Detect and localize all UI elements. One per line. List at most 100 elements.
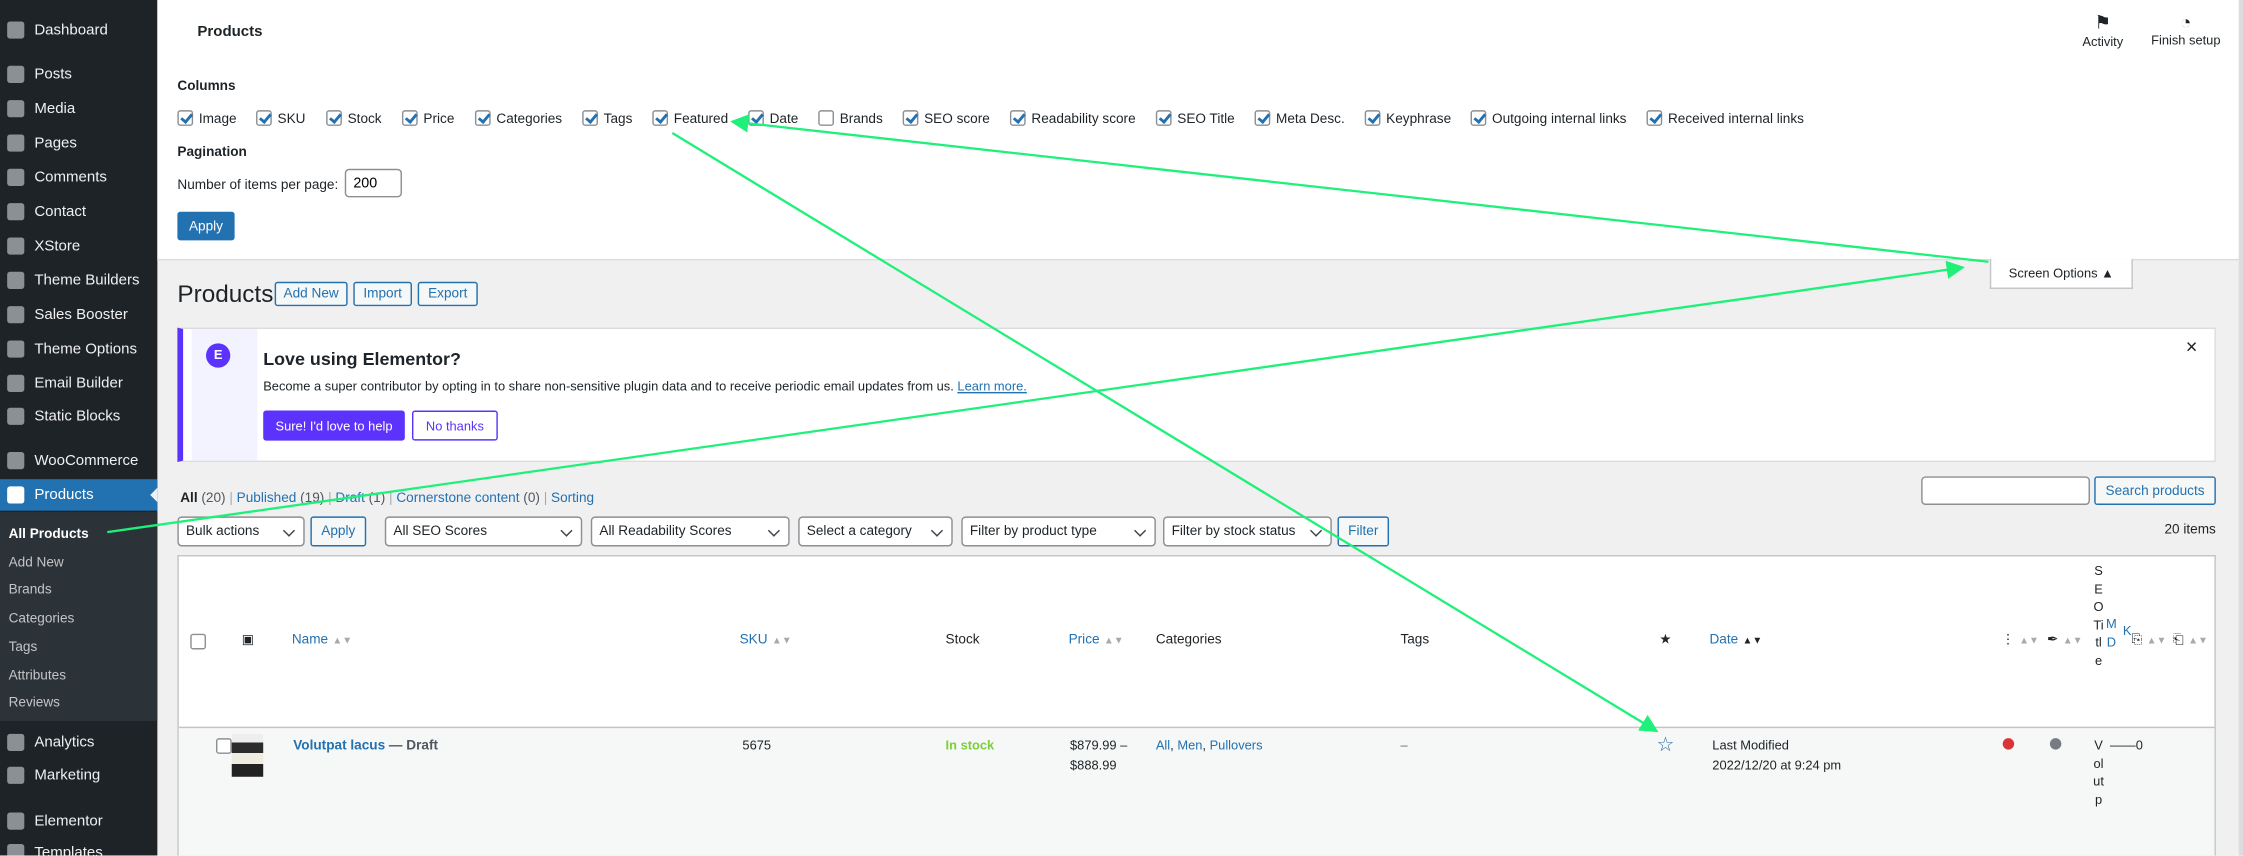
- column-toggle-outgoing-internal-links[interactable]: Outgoing internal links: [1470, 110, 1626, 127]
- submenu-item-attributes[interactable]: Attributes: [9, 667, 66, 683]
- items-per-page-input[interactable]: [344, 168, 402, 198]
- finish-setup-button[interactable]: ◔ Finish setup: [2146, 11, 2226, 47]
- import-button[interactable]: Import: [353, 281, 412, 307]
- category-select[interactable]: Select a category: [798, 516, 953, 547]
- bulk-actions-select[interactable]: Bulk actions: [177, 516, 305, 547]
- readability-select[interactable]: All Readability Scores: [590, 516, 790, 547]
- product-thumbnail[interactable]: [231, 733, 264, 777]
- column-toggle-price[interactable]: Price: [401, 110, 454, 127]
- column-price[interactable]: Price ▲▼: [1069, 632, 1124, 648]
- checkbox[interactable]: [401, 110, 418, 126]
- search-products-input[interactable]: [1921, 476, 2090, 505]
- column-toggle-image[interactable]: Image: [177, 110, 237, 127]
- sidebar-item-marketing[interactable]: Marketing: [0, 760, 157, 791]
- column-toggle-tags[interactable]: Tags: [582, 110, 632, 127]
- featured-toggle-star-icon[interactable]: ☆: [1657, 732, 1675, 756]
- sidebar-item-templates[interactable]: Templates: [0, 837, 157, 856]
- search-products-button[interactable]: Search products: [2094, 476, 2216, 505]
- date-sort-link[interactable]: Date: [1709, 632, 1738, 648]
- product-name-link[interactable]: Volutpat lacus: [293, 738, 385, 754]
- view-link[interactable]: All: [180, 491, 197, 507]
- sidebar-item-analytics[interactable]: Analytics: [0, 727, 157, 758]
- column-toggle-date[interactable]: Date: [748, 110, 798, 127]
- category-link[interactable]: All: [1156, 738, 1170, 752]
- checkbox[interactable]: [1646, 110, 1663, 126]
- screen-options-apply-button[interactable]: Apply: [177, 211, 235, 241]
- submenu-item-all-products[interactable]: All Products: [9, 526, 89, 542]
- activity-button[interactable]: ⚑ Activity: [2081, 11, 2124, 48]
- column-toggle-stock[interactable]: Stock: [326, 110, 382, 127]
- column-toggle-meta-desc-[interactable]: Meta Desc.: [1254, 110, 1345, 127]
- sidebar-item-theme-builders[interactable]: Theme Builders: [0, 265, 157, 296]
- view-link[interactable]: Published: [237, 491, 297, 507]
- submenu-item-tags[interactable]: Tags: [9, 639, 38, 655]
- export-button[interactable]: Export: [417, 281, 478, 307]
- sidebar-item-xstore[interactable]: XStore: [0, 230, 157, 261]
- column-meta-desc[interactable]: MD: [2106, 615, 2117, 651]
- name-sort-link[interactable]: Name: [292, 632, 328, 648]
- sidebar-item-email-builder[interactable]: Email Builder: [0, 368, 157, 399]
- checkbox[interactable]: [818, 110, 834, 126]
- checkbox[interactable]: [902, 110, 919, 126]
- submenu-item-categories[interactable]: Categories: [9, 611, 75, 627]
- sidebar-item-woocommerce[interactable]: WooCommerce: [0, 445, 157, 476]
- checkbox[interactable]: [1470, 110, 1487, 126]
- checkbox[interactable]: [177, 110, 194, 126]
- scrollbar[interactable]: [2238, 0, 2243, 856]
- screen-options-toggle[interactable]: Screen Options ▲: [1989, 258, 2133, 289]
- checkbox[interactable]: [1009, 110, 1026, 126]
- sidebar-item-theme-options[interactable]: Theme Options: [0, 333, 157, 364]
- submenu-item-brands[interactable]: Brands: [9, 583, 52, 599]
- checkbox[interactable]: [1364, 110, 1381, 126]
- column-toggle-brands[interactable]: Brands: [818, 110, 883, 127]
- column-toggle-seo-title[interactable]: SEO Title: [1155, 110, 1235, 127]
- sku-sort-link[interactable]: SKU: [740, 632, 768, 648]
- checkbox[interactable]: [474, 110, 491, 126]
- sidebar-item-elementor[interactable]: Elementor: [0, 805, 157, 836]
- view-link[interactable]: Sorting: [551, 491, 594, 507]
- sidebar-item-contact[interactable]: Contact: [0, 196, 157, 227]
- checkbox[interactable]: [582, 110, 598, 126]
- add-new-button[interactable]: Add New: [274, 281, 348, 307]
- submenu-item-reviews[interactable]: Reviews: [9, 695, 60, 711]
- sidebar-item-products[interactable]: Products: [0, 479, 158, 511]
- outgoing-links-icon[interactable]: ⎘ ▲▼: [2131, 632, 2166, 648]
- checkbox[interactable]: [1254, 110, 1271, 126]
- close-icon[interactable]: ×: [2186, 335, 2198, 358]
- no-thanks-button[interactable]: No thanks: [411, 410, 498, 441]
- column-toggle-sku[interactable]: SKU: [256, 110, 305, 127]
- checkbox[interactable]: [256, 110, 272, 126]
- checkbox[interactable]: [1155, 110, 1172, 126]
- seo-score-select[interactable]: All SEO Scores: [384, 516, 583, 547]
- view-link[interactable]: Draft: [335, 491, 364, 507]
- checkbox[interactable]: [748, 110, 764, 126]
- checkbox[interactable]: [652, 110, 669, 126]
- sidebar-item-sales-booster[interactable]: Sales Booster: [0, 299, 157, 330]
- sidebar-item-dashboard[interactable]: Dashboard: [0, 14, 157, 45]
- readability-feather-icon[interactable]: ✒ ▲▼: [2047, 632, 2083, 648]
- submenu-item-add-new[interactable]: Add New: [9, 555, 64, 571]
- learn-more-link[interactable]: Learn more.: [957, 379, 1026, 393]
- column-toggle-featured[interactable]: Featured: [652, 110, 728, 127]
- sidebar-item-media[interactable]: Media: [0, 93, 157, 124]
- seo-score-column-icon[interactable]: ⋮ ▲▼: [2001, 632, 2039, 648]
- checkbox[interactable]: [326, 110, 342, 126]
- sidebar-item-posts[interactable]: Posts: [0, 59, 157, 90]
- category-link[interactable]: Pullovers: [1210, 738, 1263, 752]
- stock-status-select[interactable]: Filter by stock status: [1162, 516, 1332, 547]
- row-checkbox[interactable]: [215, 738, 232, 754]
- column-toggle-received-internal-links[interactable]: Received internal links: [1646, 110, 1804, 127]
- product-type-select[interactable]: Filter by product type: [961, 516, 1156, 547]
- sidebar-item-static-blocks[interactable]: Static Blocks: [0, 401, 157, 432]
- sidebar-item-comments[interactable]: Comments: [0, 162, 157, 193]
- column-name[interactable]: Name ▲▼: [292, 632, 352, 648]
- bulk-apply-button[interactable]: Apply: [310, 516, 367, 547]
- category-link[interactable]: Men: [1177, 738, 1202, 752]
- column-toggle-keyphrase[interactable]: Keyphrase: [1364, 110, 1451, 127]
- price-sort-link[interactable]: Price: [1069, 632, 1100, 648]
- column-keyphrase[interactable]: K: [2123, 624, 2132, 638]
- select-all-checkbox[interactable]: [190, 633, 206, 650]
- sidebar-item-pages[interactable]: Pages: [0, 127, 157, 158]
- column-toggle-readability-score[interactable]: Readability score: [1009, 110, 1136, 127]
- column-toggle-categories[interactable]: Categories: [474, 110, 562, 127]
